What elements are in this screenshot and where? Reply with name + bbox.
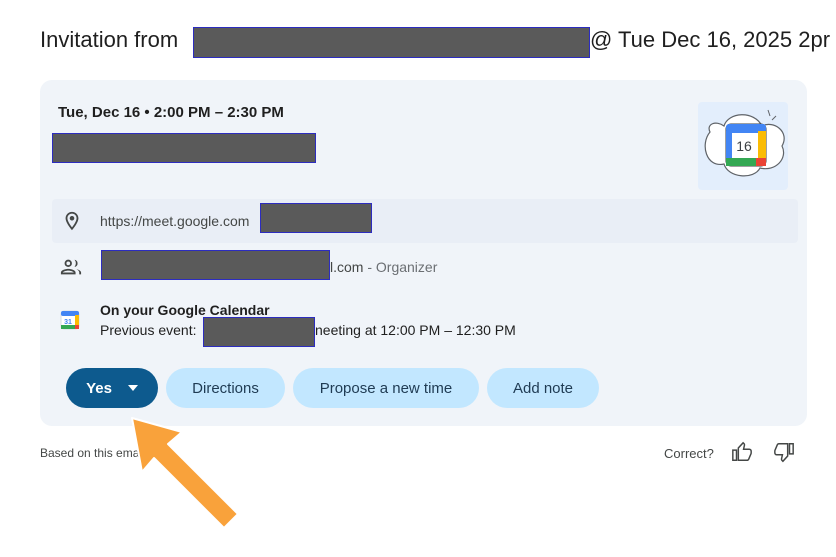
previous-event-details: neeting at 12:00 PM – 12:30 PM (315, 322, 516, 338)
organizer-role: - Organizer (367, 259, 438, 275)
redacted-meeting-code (260, 203, 372, 233)
subject-suffix: @ Tue Dec 16, 2025 2pr (590, 27, 831, 52)
organizer-email-suffix: l.com (330, 259, 364, 275)
directions-button[interactable]: Directions (166, 368, 285, 408)
feedback-question: Correct? (664, 446, 714, 461)
calendar-illustration: 16 (698, 102, 788, 190)
rsvp-yes-button[interactable]: Yes (66, 368, 158, 408)
chevron-down-icon (127, 385, 138, 391)
propose-new-time-button[interactable]: Propose a new time (293, 368, 479, 408)
redacted-event-title (52, 133, 316, 163)
annotation-arrow (120, 408, 250, 538)
calendar-title: On your Google Calendar (100, 302, 270, 318)
location-row[interactable]: https://meet.google.com (52, 199, 798, 243)
add-note-button[interactable]: Add note (487, 368, 599, 408)
redacted-sender (193, 27, 590, 58)
organizer-row: l.com - Organizer (330, 259, 437, 275)
subject-prefix: Invitation from (40, 27, 179, 52)
redacted-previous-event (203, 317, 315, 347)
event-card: Tue, Dec 16 • 2:00 PM – 2:30 PM 16 https… (40, 80, 807, 426)
rsvp-yes-label: Yes (86, 379, 112, 397)
thumbs-down-icon[interactable] (773, 441, 795, 463)
people-icon (60, 256, 82, 278)
calendar-illustration-date: 16 (736, 138, 752, 154)
meeting-url[interactable]: https://meet.google.com (100, 213, 249, 229)
calendar-illustration-icon: 16 (704, 109, 785, 177)
event-date-time: Tue, Dec 16 • 2:00 PM – 2:30 PM (58, 104, 284, 121)
previous-event-label: Previous event: (100, 322, 197, 338)
calendar-icon-text: 31 (64, 319, 72, 326)
google-calendar-icon: 31 (60, 310, 82, 332)
location-pin-icon (61, 210, 83, 232)
redacted-organizer-email (101, 250, 330, 280)
thumbs-up-icon[interactable] (731, 441, 753, 463)
